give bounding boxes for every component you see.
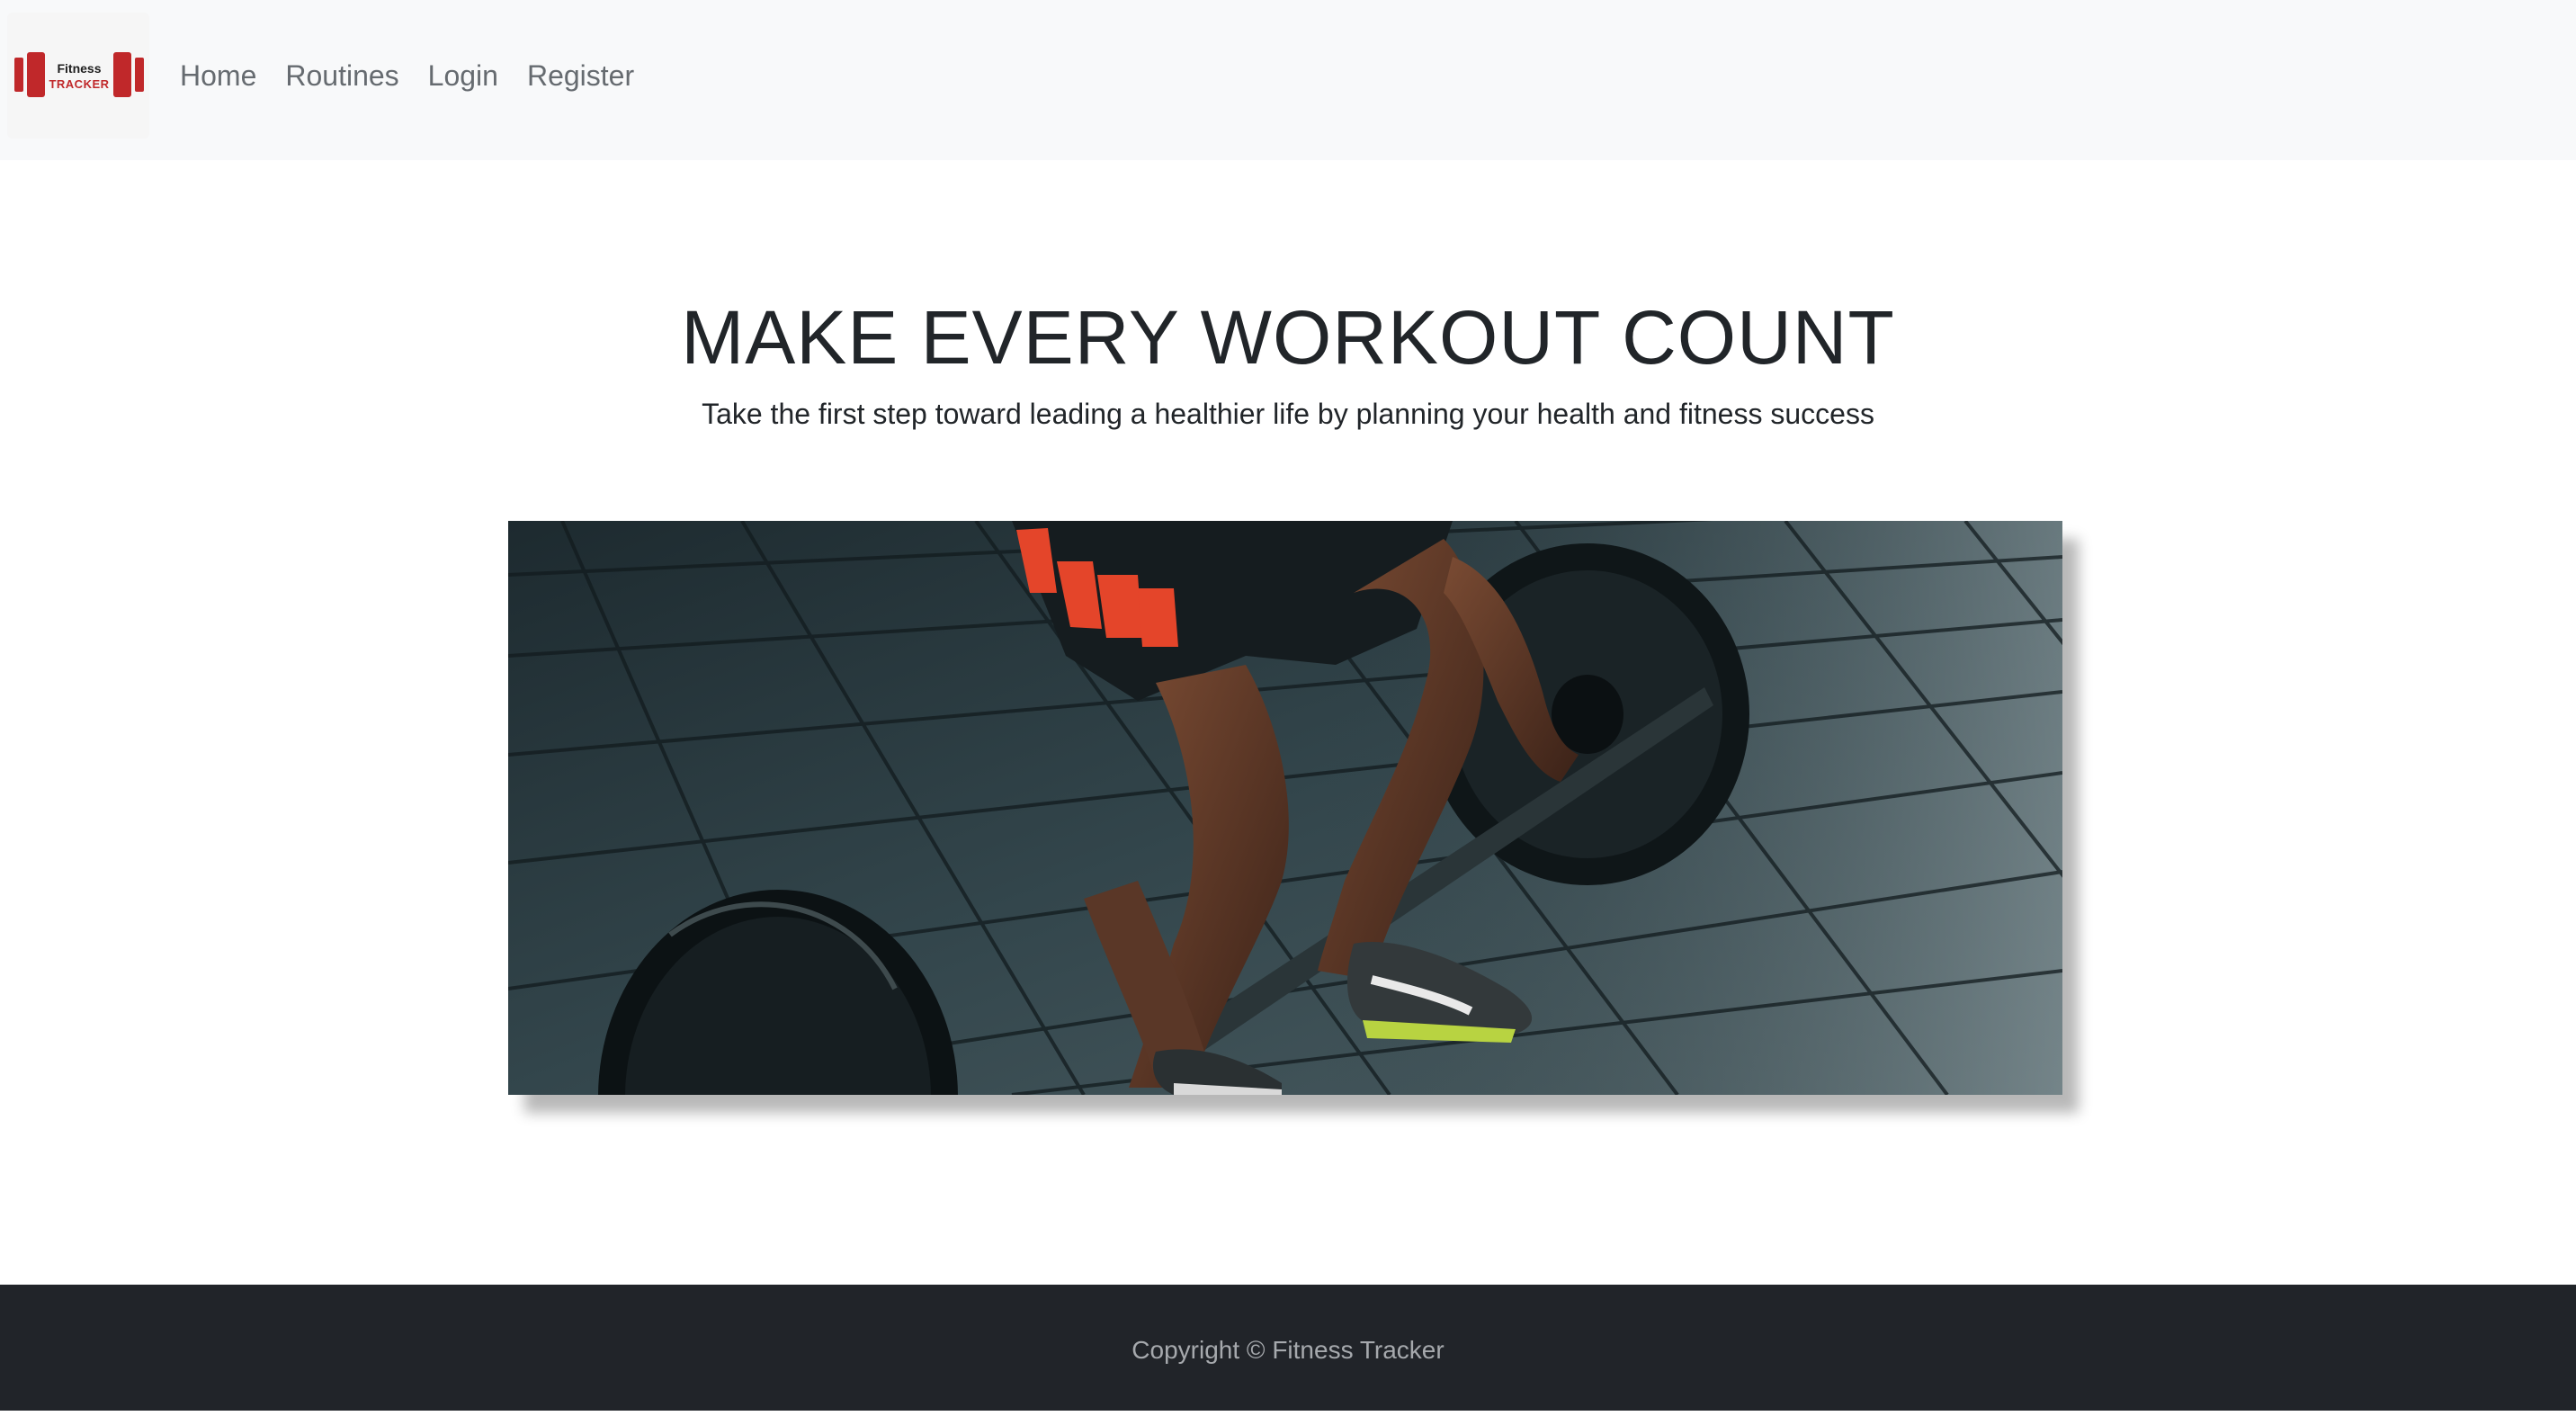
- hero-subtitle: Take the first step toward leading a hea…: [702, 398, 1874, 430]
- nav-link-login[interactable]: Login: [428, 56, 498, 95]
- brand-logo[interactable]: Fitness TRACKER: [7, 13, 149, 139]
- hero-title: MAKE EVERY WORKOUT COUNT: [681, 295, 1895, 380]
- navbar: Fitness TRACKER Home Routines Login Regi…: [0, 0, 2576, 160]
- footer-copyright: Copyright © Fitness Tracker: [1131, 1336, 1445, 1364]
- nav-link-routines[interactable]: Routines: [285, 56, 398, 95]
- hero-image: [508, 521, 2062, 1095]
- deadlift-photo: [508, 521, 2062, 1095]
- svg-text:Fitness: Fitness: [57, 61, 101, 76]
- main-nav: Home Routines Login Register: [180, 56, 634, 95]
- nav-link-register[interactable]: Register: [527, 56, 634, 95]
- dumbbell-logo-icon: Fitness TRACKER: [14, 52, 144, 97]
- nav-link-home[interactable]: Home: [180, 56, 256, 95]
- footer: Copyright © Fitness Tracker: [0, 1285, 2576, 1411]
- svg-text:TRACKER: TRACKER: [49, 77, 109, 91]
